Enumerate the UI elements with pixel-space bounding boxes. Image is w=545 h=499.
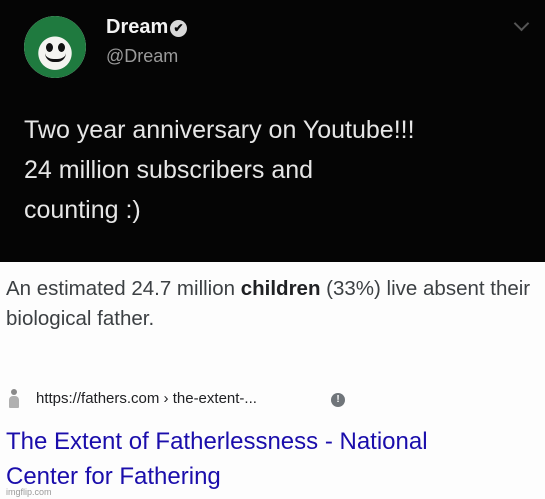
- tweet-line: counting :): [24, 196, 141, 224]
- favicon-head: [11, 389, 17, 395]
- avatar-eye-right: [58, 43, 65, 52]
- tweet-text: Two year anniversary on Youtube!!! 24 mi…: [24, 110, 524, 230]
- chevron-down-icon[interactable]: [513, 15, 530, 32]
- watermark: imgflip.com: [6, 487, 52, 497]
- snippet-bold: children: [240, 277, 321, 300]
- tweet-line: Two year anniversary on Youtube!!!: [24, 116, 415, 144]
- result-title-line[interactable]: The Extent of Fatherlessness - National: [6, 424, 541, 459]
- verified-icon: ✔: [170, 20, 187, 37]
- result-title-link[interactable]: The Extent of Fatherlessness - National …: [6, 424, 541, 494]
- user-handle[interactable]: @Dream: [106, 46, 178, 67]
- avatar-eye-left: [46, 43, 53, 52]
- result-url[interactable]: https://fathers.com › the-extent-...: [36, 390, 257, 407]
- tweet-card: Dream ✔ @Dream Two year anniversary on Y…: [0, 0, 545, 262]
- favicon-icon: [8, 389, 20, 409]
- avatar[interactable]: [24, 16, 86, 78]
- favicon-body: [9, 396, 19, 408]
- display-name[interactable]: Dream: [106, 16, 168, 39]
- snippet-text: An estimated 24.7 million: [6, 277, 241, 300]
- tweet-line: 24 million subscribers and: [24, 156, 314, 184]
- info-icon[interactable]: !: [331, 393, 345, 407]
- result-title-line[interactable]: Center for Fathering: [6, 459, 541, 494]
- search-result: An estimated 24.7 million children (33%)…: [0, 262, 545, 499]
- avatar-face: [24, 16, 86, 78]
- result-snippet: An estimated 24.7 million children (33%)…: [6, 274, 536, 334]
